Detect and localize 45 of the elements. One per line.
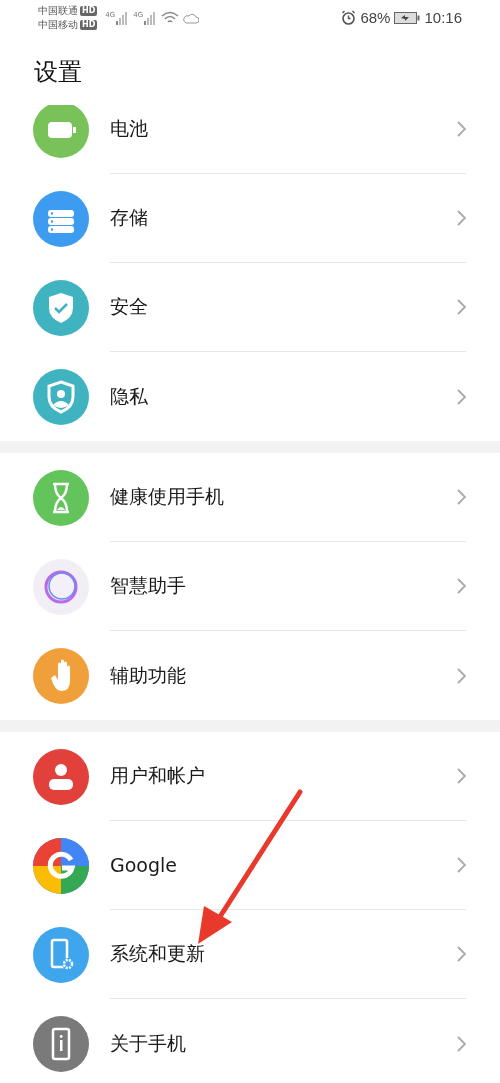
signal-icon xyxy=(143,10,158,25)
chevron-icon xyxy=(457,667,466,684)
settings-item[interactable]: 存储 xyxy=(0,174,500,263)
chevron-icon xyxy=(457,768,466,784)
settings-item[interactable]: 用户和帐户 xyxy=(0,732,500,821)
item-label: Google xyxy=(110,854,177,876)
item-label: 电池 xyxy=(110,116,148,141)
chevron-icon xyxy=(457,121,466,137)
signal-icon xyxy=(115,10,130,25)
settings-item[interactable]: 辅助功能 xyxy=(0,631,500,720)
chevron-icon xyxy=(457,578,466,594)
cloud-icon xyxy=(183,11,200,24)
item-label: 用户和帐户 xyxy=(110,763,205,788)
battery-icon xyxy=(394,11,421,24)
chevron-icon xyxy=(457,299,466,315)
item-label: 安全 xyxy=(110,294,148,319)
settings-item[interactable]: 电池 xyxy=(0,105,500,174)
item-label: 健康使用手机 xyxy=(110,484,224,509)
clock: 10:16 xyxy=(424,9,462,26)
item-label: 隐私 xyxy=(110,383,148,409)
hd-badge: HD xyxy=(80,19,98,30)
chevron-icon xyxy=(457,489,466,505)
item-label: 关于手机 xyxy=(110,1030,186,1056)
item-label: 智慧助手 xyxy=(110,573,186,598)
settings-item[interactable]: 智慧助手 xyxy=(0,542,500,631)
item-label: 系统和更新 xyxy=(110,941,205,966)
settings-item[interactable]: 关于手机 xyxy=(0,999,500,1083)
hd-badge: HD xyxy=(80,5,98,16)
alarm-icon xyxy=(341,10,357,25)
chevron-icon xyxy=(457,1035,466,1052)
item-label: 存储 xyxy=(110,205,148,230)
settings-item[interactable]: 安全 xyxy=(0,263,500,352)
carrier-name: 中国联通 xyxy=(38,3,78,18)
item-label: 辅助功能 xyxy=(110,662,186,688)
chevron-icon xyxy=(457,210,466,226)
wifi-icon xyxy=(161,10,180,25)
page-title: 设置 xyxy=(34,57,82,88)
battery-percent: 68% xyxy=(360,9,391,26)
chevron-icon xyxy=(457,388,466,405)
carrier-name: 中国移动 xyxy=(38,17,78,32)
settings-item[interactable]: 健康使用手机 xyxy=(0,453,500,542)
settings-item[interactable]: 隐私 xyxy=(0,352,500,441)
chevron-icon xyxy=(457,946,466,962)
chevron-icon xyxy=(457,857,466,873)
settings-item[interactable]: Google xyxy=(0,821,500,910)
